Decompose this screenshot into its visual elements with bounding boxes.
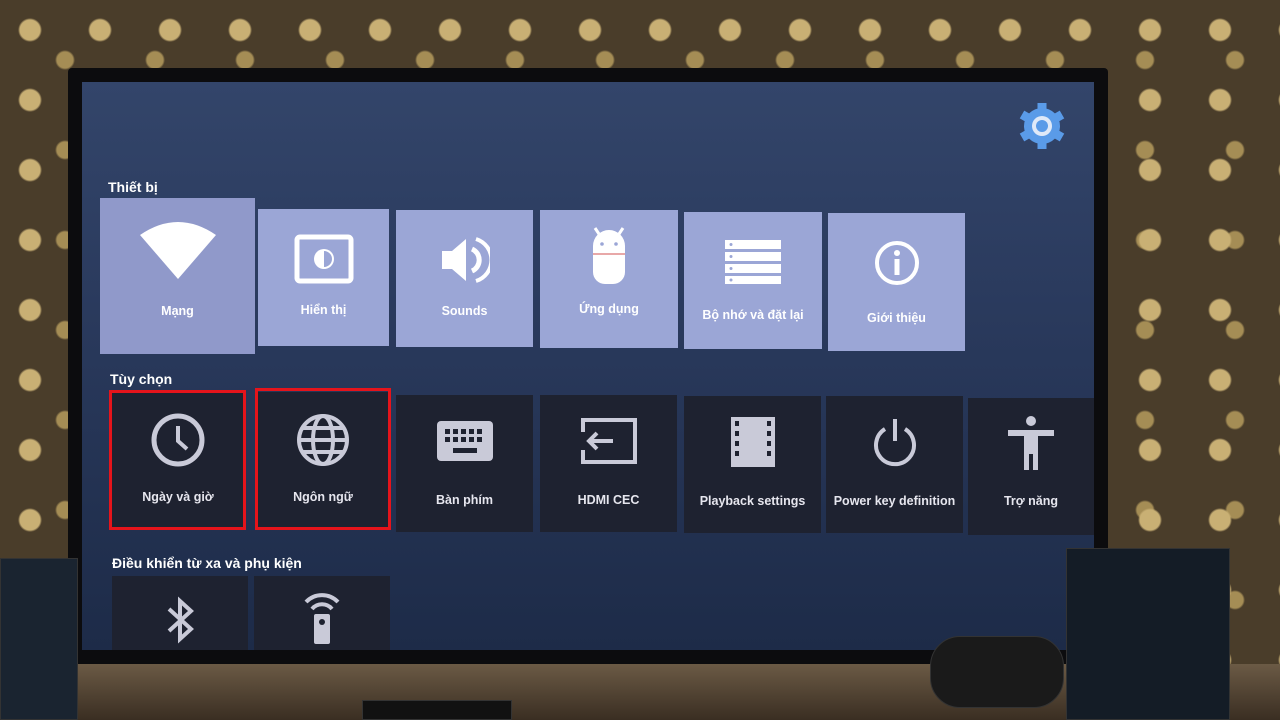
tv-box-package-right: [1066, 548, 1230, 720]
tile-label: Trợ năng: [1003, 494, 1059, 508]
section-title-preferences: Tùy chọn: [110, 371, 173, 387]
gear-icon[interactable]: [1016, 100, 1068, 152]
tile-label: Giới thiệu: [867, 311, 926, 325]
tile-label: HDMI CEC: [577, 493, 640, 507]
tile-label: Hiển thị: [300, 303, 347, 317]
tile-keyboard[interactable]: Bàn phím: [396, 395, 533, 532]
speaker-icon: [441, 237, 490, 283]
tile-label: Mạng: [161, 304, 194, 318]
tile-remote[interactable]: [254, 576, 390, 650]
keyboard-icon: [436, 421, 493, 461]
tile-label: Playback settings: [699, 494, 806, 508]
power-icon: [873, 419, 916, 467]
tile-power-key-definition[interactable]: Power key definition: [826, 396, 963, 533]
highlight-box-language: [255, 388, 391, 530]
gamepad: [930, 636, 1064, 708]
tv-box-package-left: [0, 558, 78, 720]
tv-screen: Thiết bị Mạng Hiển thị Sounds Ứng dụng B…: [82, 82, 1094, 650]
tile-label: Ứng dụng: [579, 302, 639, 316]
bluetooth-icon: [167, 596, 194, 644]
tile-sounds[interactable]: Sounds: [396, 210, 533, 347]
display-brightness-icon: [294, 234, 353, 284]
info-icon: [874, 241, 919, 285]
tile-label: Bộ nhớ và đặt lại: [702, 308, 804, 322]
tile-label: Sounds: [441, 304, 488, 318]
tv-box-device: [362, 700, 512, 720]
film-icon: [730, 417, 775, 467]
tile-about[interactable]: Giới thiệu: [828, 213, 965, 351]
tile-hdmi-cec[interactable]: HDMI CEC: [540, 395, 677, 532]
highlight-box-date-time: [109, 390, 246, 530]
tile-bluetooth[interactable]: [112, 576, 248, 650]
android-icon: [593, 227, 625, 284]
tile-accessibility[interactable]: Trợ năng: [968, 398, 1094, 535]
tile-display[interactable]: Hiển thị: [258, 209, 389, 346]
storage-icon: [725, 240, 781, 284]
tile-label: Bàn phím: [436, 493, 493, 507]
tile-network[interactable]: Mạng: [100, 198, 255, 354]
tile-playback-settings[interactable]: Playback settings: [684, 396, 821, 533]
tile-apps[interactable]: Ứng dụng: [540, 210, 678, 348]
accessibility-icon: [1008, 416, 1054, 470]
input-icon: [580, 418, 637, 464]
wifi-icon: [139, 222, 216, 279]
section-title-remotes-accessories: Điều khiển từ xa và phụ kiện: [112, 555, 302, 571]
section-title-devices: Thiết bị: [108, 179, 158, 195]
tile-storage-reset[interactable]: Bộ nhớ và đặt lại: [684, 212, 822, 349]
tile-label: Power key definition: [833, 494, 956, 508]
remote-icon: [304, 593, 340, 644]
